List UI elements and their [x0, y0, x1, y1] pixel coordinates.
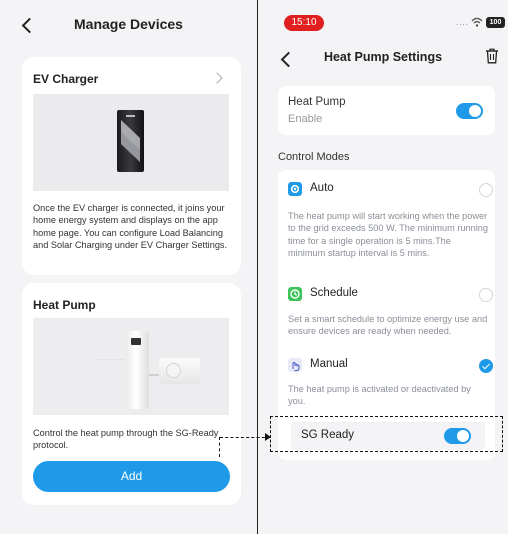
heat-pump-image — [33, 318, 229, 415]
mode-auto-description: The heat pump will start working when th… — [288, 211, 489, 259]
ev-charger-title: EV Charger — [33, 72, 99, 86]
mode-manual-radio-checked[interactable] — [479, 359, 493, 373]
heat-pump-title: Heat Pump — [33, 298, 96, 312]
heat-pump-description: Control the heat pump through the SG-Rea… — [33, 428, 219, 451]
trash-icon[interactable] — [485, 48, 499, 64]
heat-pump-enable-toggle[interactable] — [456, 103, 483, 119]
ev-charger-device-icon — [117, 110, 144, 172]
schedule-icon — [288, 287, 302, 301]
heat-pump-card: Heat Pump Control the heat pump through … — [22, 283, 241, 505]
fan-icon — [166, 363, 181, 378]
page-title: Manage Devices — [74, 16, 183, 32]
heat-pump-display-icon — [131, 338, 141, 345]
mode-schedule-label: Schedule — [310, 287, 358, 299]
manual-icon — [288, 358, 302, 372]
heat-pump-settings-screen: 15:10 .... 100 Heat Pump Settings Heat P… — [258, 0, 508, 534]
mode-schedule-row[interactable]: Schedule — [288, 285, 493, 305]
add-button[interactable]: Add — [33, 461, 230, 492]
battery-icon: 100 — [486, 17, 505, 28]
heat-pump-pipe-line — [95, 359, 127, 360]
sg-ready-highlight-box — [270, 416, 503, 452]
mode-schedule-description: Set a smart schedule to optimize energy … — [288, 314, 488, 337]
mode-auto-row[interactable]: Auto — [288, 180, 493, 200]
manage-devices-header: Manage Devices — [0, 0, 257, 50]
heat-pump-enable-card: Heat Pump Enable — [278, 86, 495, 135]
ev-charger-description: Once the EV charger is connected, it joi… — [33, 203, 228, 251]
page-title: Heat Pump Settings — [323, 50, 443, 64]
chevron-right-icon[interactable] — [211, 72, 223, 84]
callout-connector-horizontal — [220, 437, 270, 438]
ev-charger-card[interactable]: EV Charger Once the EV charger is connec… — [22, 57, 241, 275]
heat-pump-enable-label: Enable — [288, 113, 323, 125]
wifi-icon — [471, 17, 483, 27]
status-time: 15:10 — [284, 15, 324, 31]
control-modes-label: Control Modes — [278, 151, 350, 163]
heat-pump-connector — [149, 374, 159, 376]
signal-dots-icon: .... — [456, 18, 469, 27]
mode-schedule-radio[interactable] — [479, 288, 493, 302]
mode-manual-label: Manual — [310, 358, 348, 370]
mode-auto-radio[interactable] — [479, 183, 493, 197]
auto-icon — [288, 182, 302, 196]
mode-manual-row[interactable]: Manual — [288, 356, 493, 376]
callout-connector-vertical — [219, 437, 220, 457]
mode-auto-label: Auto — [310, 182, 334, 194]
ev-charger-image — [33, 94, 229, 191]
heat-pump-label: Heat Pump — [288, 96, 346, 108]
mode-manual-description: The heat pump is activated or deactivate… — [288, 384, 471, 407]
